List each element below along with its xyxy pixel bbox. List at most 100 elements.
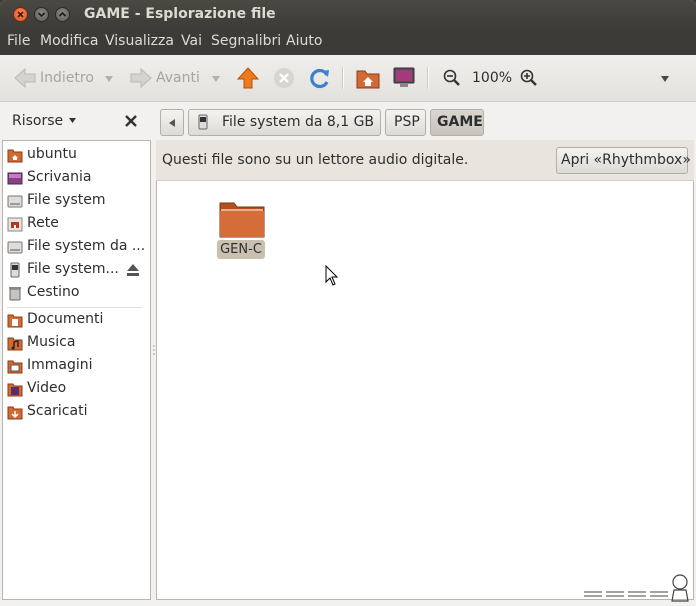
sidebar-item-file-system-psp[interactable]: File system... [3, 259, 150, 281]
computer-button[interactable] [392, 66, 416, 94]
eject-button[interactable] [125, 262, 141, 282]
drive-icon [7, 195, 23, 208]
home-button[interactable] [356, 66, 380, 94]
menu-file[interactable]: File [7, 33, 30, 49]
sidebar-item-rete[interactable]: Rete [3, 213, 150, 235]
zoom-out-icon [443, 69, 460, 86]
stop-button[interactable] [273, 67, 295, 93]
triangle-down-icon [212, 76, 220, 82]
sidebar-item-video[interactable]: Video [3, 378, 150, 400]
sidebar-item-musica[interactable]: Musica [3, 332, 150, 354]
home-folder-icon [7, 149, 23, 163]
sidebar-type-selector[interactable]: Risorse [12, 113, 77, 129]
triangle-down-icon [105, 76, 113, 82]
sidebar-item-label: Scrivania [27, 169, 92, 185]
sidebar-header: Risorse [0, 102, 153, 140]
sidebar-item-immagini[interactable]: Immagini [3, 355, 150, 377]
sidebar-item-label: ubuntu [27, 146, 77, 162]
minimize-window-button[interactable] [34, 7, 49, 22]
watermark-logo [580, 570, 692, 606]
menu-aiuto[interactable]: Aiuto [286, 33, 322, 49]
close-icon [125, 115, 137, 127]
zoom-in-icon [520, 69, 537, 86]
sidebar-item-label: Rete [27, 215, 59, 231]
trash-icon [9, 287, 21, 301]
sidebar-item-cestino[interactable]: Cestino [3, 282, 150, 304]
reload-icon [310, 68, 329, 89]
path-segment-filesystem[interactable]: File system da 8,1 GB [188, 109, 381, 136]
file-manager-window: GAME - Esplorazione file File Modifica V… [0, 0, 696, 606]
forward-button[interactable]: Avanti [129, 67, 200, 93]
home-folder-icon [356, 70, 380, 89]
toolbar-separator [342, 67, 344, 89]
zoom-out-button[interactable] [443, 69, 461, 91]
back-button[interactable]: Indietro [13, 67, 94, 93]
open-rhythmbox-button[interactable]: Apri «Rhythmbox» [556, 147, 691, 174]
sidebar-item-label: Documenti [27, 311, 104, 327]
path-bar: File system da 8,1 GB PSP GAME [156, 106, 696, 138]
sidebar-item-file-system[interactable]: File system [3, 190, 150, 212]
back-label: Indietro [40, 70, 94, 86]
menu-vai[interactable]: Vai [181, 33, 202, 49]
open-rhythmbox-label: Apri «Rhythmbox» [561, 152, 691, 168]
computer-icon [393, 67, 415, 87]
music-folder-icon [7, 337, 23, 351]
file-view[interactable]: GEN-C [156, 181, 694, 600]
sidebar-item-label: File system [27, 192, 106, 208]
forward-history-dropdown[interactable] [211, 73, 221, 88]
overflow-chevron-icon [661, 76, 669, 82]
path-segment-psp[interactable]: PSP [385, 109, 426, 136]
menu-segnalibri[interactable]: Segnalibri [211, 33, 281, 49]
logo-icon [584, 574, 689, 602]
sidebar-item-label: Cestino [27, 284, 80, 300]
sidebar-item-label: Video [27, 380, 67, 396]
zoom-in-button[interactable] [520, 69, 538, 91]
pictures-folder-icon [7, 360, 23, 374]
path-scroll-left-button[interactable] [160, 109, 184, 136]
path-segment-label: File system da 8,1 GB [222, 114, 375, 130]
path-segment-label: GAME [437, 114, 483, 130]
media-player-icon [10, 262, 20, 278]
menu-modifica[interactable]: Modifica [40, 33, 99, 49]
up-button[interactable] [236, 66, 260, 94]
triangle-left-icon [169, 119, 175, 127]
back-history-dropdown[interactable] [104, 73, 114, 88]
media-player-icon [198, 114, 208, 130]
reload-button[interactable] [309, 67, 331, 93]
menu-visualizza[interactable]: Visualizza [105, 33, 174, 49]
info-bar: Questi file sono su un lettore audio dig… [156, 140, 694, 181]
path-segment-game[interactable]: GAME [430, 109, 484, 136]
desktop-icon [7, 172, 23, 185]
close-window-button[interactable] [13, 7, 28, 22]
chevron-down-icon [37, 12, 46, 18]
stop-icon [274, 68, 294, 88]
sidebar-item-documenti[interactable]: Documenti [3, 309, 150, 331]
close-sidebar-button[interactable] [124, 114, 138, 132]
sidebar-item-label: Musica [27, 334, 76, 350]
path-segment-label: PSP [394, 114, 420, 130]
documents-folder-icon [7, 314, 23, 328]
zoom-level[interactable]: 100% [472, 70, 512, 86]
sidebar-item-label: Immagini [27, 357, 93, 373]
sidebar-item-label: File system da ... [27, 238, 145, 254]
up-arrow-icon [236, 67, 260, 89]
file-item[interactable]: GEN-C [215, 199, 269, 263]
network-icon [7, 217, 23, 232]
sidebar-item-ubuntu[interactable]: ubuntu [3, 144, 150, 166]
chevron-up-icon [58, 11, 67, 17]
back-arrow-icon [14, 67, 36, 89]
maximize-window-button[interactable] [55, 7, 70, 22]
sidebar-item-scaricati[interactable]: Scaricati [3, 401, 150, 423]
folder-icon [219, 202, 265, 238]
info-message: Questi file sono su un lettore audio dig… [162, 152, 469, 168]
sidebar-item-label: File system... [27, 261, 119, 277]
sidebar-item-file-system-da[interactable]: File system da ... [3, 236, 150, 258]
toolbar-overflow-button[interactable] [660, 73, 670, 88]
title-bar[interactable]: GAME - Esplorazione file [0, 0, 696, 30]
sidebar-item-scrivania[interactable]: Scrivania [3, 167, 150, 189]
sidebar-separator [7, 307, 142, 308]
downloads-folder-icon [7, 406, 23, 420]
sidebar-item-label: Scaricati [27, 403, 88, 419]
eject-icon [127, 264, 139, 276]
menu-bar: File Modifica Visualizza Vai Segnalibri … [0, 30, 696, 55]
